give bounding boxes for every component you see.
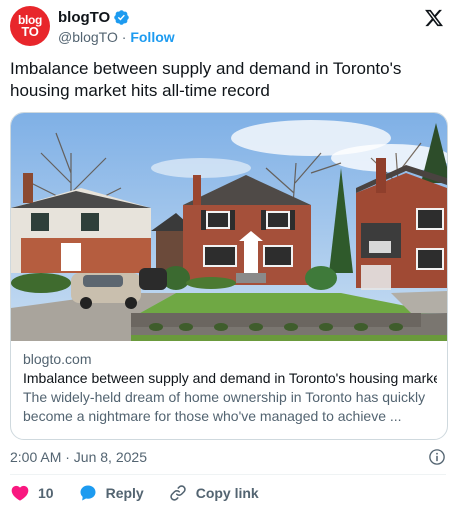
card-domain: blogto.com (23, 351, 92, 367)
link-icon (169, 485, 186, 501)
copy-link-label: Copy link (195, 485, 259, 501)
like-button[interactable]: 10 (10, 482, 54, 504)
info-icon[interactable] (428, 448, 446, 466)
link-preview-card[interactable]: blogto.com Imbalance between supply and … (10, 112, 448, 440)
card-image[interactable] (11, 113, 447, 341)
card-title[interactable]: Imbalance between supply and demand in T… (23, 369, 437, 388)
follow-button[interactable]: Follow (130, 29, 174, 45)
copy-link-button[interactable]: Copy link (168, 482, 259, 504)
tweet-header: blog TO blogTO @blogTO · Follow (10, 6, 448, 50)
card-body: blogto.com Imbalance between supply and … (23, 350, 437, 426)
like-count: 10 (38, 485, 54, 501)
author-display-name[interactable]: blogTO (58, 9, 110, 26)
action-bar: 10 Reply Copy link (10, 482, 259, 504)
heart-icon (11, 485, 29, 501)
timestamp-row: 2:00 AM · Jun 8, 2025 (10, 447, 446, 467)
author-info: blogTO @blogTO · Follow (58, 7, 175, 47)
x-logo-icon[interactable] (424, 8, 444, 28)
tweet-timestamp[interactable]: 2:00 AM · Jun 8, 2025 (10, 449, 147, 465)
author-handle[interactable]: @blogTO (58, 29, 118, 45)
reply-bubble-icon (80, 485, 96, 501)
card-description: The widely-held dream of home ownership … (23, 389, 426, 424)
reply-label: Reply (105, 485, 144, 501)
verified-badge-icon (114, 9, 129, 25)
handle-row: @blogTO · Follow (58, 27, 175, 47)
avatar[interactable]: blog TO (10, 6, 50, 46)
separator-dot: · (121, 29, 127, 45)
reply-button[interactable]: Reply (78, 482, 144, 504)
divider (10, 474, 446, 475)
tweet-text: Imbalance between supply and demand in T… (10, 59, 402, 100)
avatar-text-bottom: TO (21, 24, 39, 39)
